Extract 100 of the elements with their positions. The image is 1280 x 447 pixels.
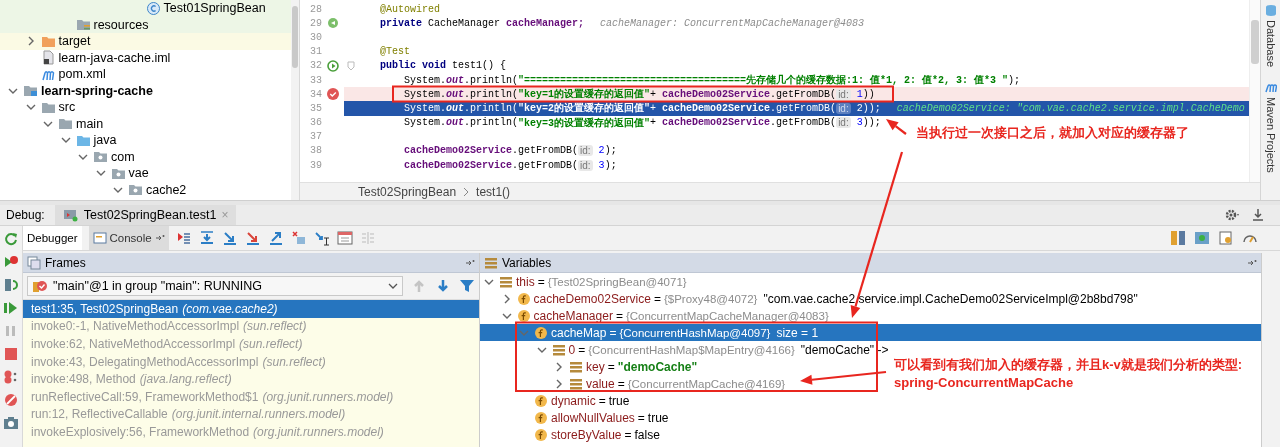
line-number: 29 [309,17,322,29]
frames-icon [27,255,41,270]
fold-marker-icon[interactable] [347,60,355,71]
variable-item[interactable]: 0 = {ConcurrentHashMap$MapEntry@4166} "demoCache" -> [534,341,889,358]
tree-item[interactable]: pom.xml [58,67,106,82]
thread-dropdown[interactable]: "main"@1 in group "main": RUNNING [27,276,403,296]
object-icon [569,376,583,391]
field-icon [516,308,531,323]
thread-icon [32,279,48,293]
view-breakpoints-icon[interactable] [1194,230,1210,246]
code-line: System.out.println("=====================================先存储几个的缓存数据:1: 值*1, 2: 值*2, 3: 值*3 "); [404,73,1021,88]
frame-item[interactable]: test1:35, Test02SpringBean (com.vae.cache2) [23,300,479,318]
pin-icon [1247,257,1257,268]
tree-item[interactable]: resources [93,17,149,32]
tool-window-button[interactable]: Database [1264,4,1277,68]
variable-item[interactable]: value = {ConcurrentMapCache@4169} [552,375,786,392]
tree-item[interactable]: cache2 [146,182,187,197]
breadcrumb[interactable]: test1() [476,184,511,199]
run-to-cursor-icon[interactable] [313,230,330,246]
tree-item[interactable]: learn-java-cache.iml [58,50,171,65]
rerun-icon[interactable] [3,231,19,247]
package-icon [93,149,108,165]
field-icon [534,325,548,340]
restore-layout-icon[interactable] [3,277,19,293]
panel-header: Variables [480,253,1261,273]
run-config-icon [62,208,79,222]
step-into-icon[interactable] [221,230,238,246]
camera-icon[interactable] [3,415,19,431]
field-icon [534,427,548,442]
line-number: 33 [309,74,322,86]
settings-icon[interactable] [1224,207,1240,223]
variable-item[interactable]: storeByValue = false [517,426,660,443]
down-arrow-icon[interactable] [435,278,451,294]
session-tab[interactable]: Test02SpringBean.test1 × [54,205,237,225]
drop-frame-icon[interactable] [290,230,307,246]
field-icon [534,393,548,408]
line-number: 32 [309,60,322,72]
tree-item[interactable]: java [93,133,117,148]
resources-folder-icon [75,17,91,33]
variable-item[interactable]: dynamic = true [517,392,630,409]
code-line: System.out.println("key=2的设置缓存的返回值"+ cacheDemo02Service.getFromDB( id: 2)); cacheDemo02Service: "com.vae.cache2.service.impl.CacheDemo [404,101,1245,116]
layout-icon[interactable] [1170,230,1186,246]
chevron-right-icon [462,186,471,197]
tree-item[interactable]: Test01SpringBean [163,1,266,16]
stop-icon[interactable] [3,346,19,362]
tool-window-button[interactable]: Maven Projects [1264,81,1277,173]
variables-icon [484,255,498,270]
package-icon [128,182,143,198]
annotation-text: 当执行过一次接口之后，就加入对应的缓存器了 [914,124,1191,142]
tab[interactable]: Debugger [23,226,82,250]
database-icon [1264,4,1277,17]
variable-item[interactable]: cacheManager = {ConcurrentMapCacheManager@4083} [499,307,829,324]
breakpoints-icon[interactable] [3,369,19,385]
tree-item[interactable]: vae [128,166,149,181]
tree-item[interactable]: src [58,100,76,115]
breakpoint-icon[interactable] [326,87,340,102]
step-out-icon[interactable] [267,230,284,246]
variable-item[interactable]: allowNullValues = true [517,409,669,426]
line-number: 39 [309,159,322,171]
field-icon [516,291,531,306]
tab[interactable]: Console [88,226,169,250]
step-over-icon[interactable] [198,230,215,246]
code-line: System.out.println("key=3的设置缓存的返回值"+ cacheDemo02Service.getFromDB( id: 3)); [404,116,881,130]
scrollbar-thumb[interactable] [292,6,298,68]
console-icon [92,231,107,245]
tree-item[interactable]: learn-spring-cache [41,83,153,98]
line-number: 37 [309,131,322,143]
debug-label: Debug: [6,208,45,222]
line-number: 30 [309,31,322,43]
mute-breakpoints-icon[interactable] [3,392,19,408]
pin-icon [154,233,165,243]
code-line: System.out.println("key=1的设置缓存的返回值"+ cacheDemo02Service.getFromDB( id: 1)) [404,87,875,102]
resume-icon[interactable] [3,300,19,316]
force-step-into-icon[interactable] [244,230,261,246]
breadcrumb[interactable]: Test02SpringBean [358,184,457,199]
code-line: @Test [380,46,410,58]
watches-icon[interactable] [1218,230,1234,246]
resume-with-error-icon[interactable] [3,254,19,270]
code-line: cacheDemo02Service.getFromDB( id: 2); [404,145,617,157]
scrollbar-thumb[interactable] [1251,20,1259,64]
run-icon[interactable] [326,58,340,73]
filter-icon[interactable] [459,278,475,294]
folder-icon [58,116,73,132]
code-line: @Autowired [380,3,440,15]
show-execution-point-icon[interactable] [175,230,192,246]
module-folder-icon [23,83,38,99]
code-line: private CacheManager cacheManager; cacheManager: ConcurrentMapCacheManager@4083 [380,17,865,29]
tree-item[interactable]: com [111,149,135,164]
annotation-arrow [886,119,907,135]
code-line: public void test1() { [380,60,507,72]
evaluate-icon[interactable] [336,230,353,246]
bean-icon[interactable] [326,16,340,31]
object-icon [551,342,566,357]
variable-item[interactable]: cacheMap = {ConcurrentHashMap@4097} size = 1 [480,324,1261,341]
variable-item[interactable]: key = "demoCache" [552,358,698,375]
download-icon[interactable] [1250,207,1266,223]
variable-item[interactable]: this = {Test02SpringBean@4071} [482,273,687,290]
tree-item[interactable]: main [76,116,104,131]
pin-icon [465,257,475,268]
tree-item[interactable]: target [58,34,91,49]
